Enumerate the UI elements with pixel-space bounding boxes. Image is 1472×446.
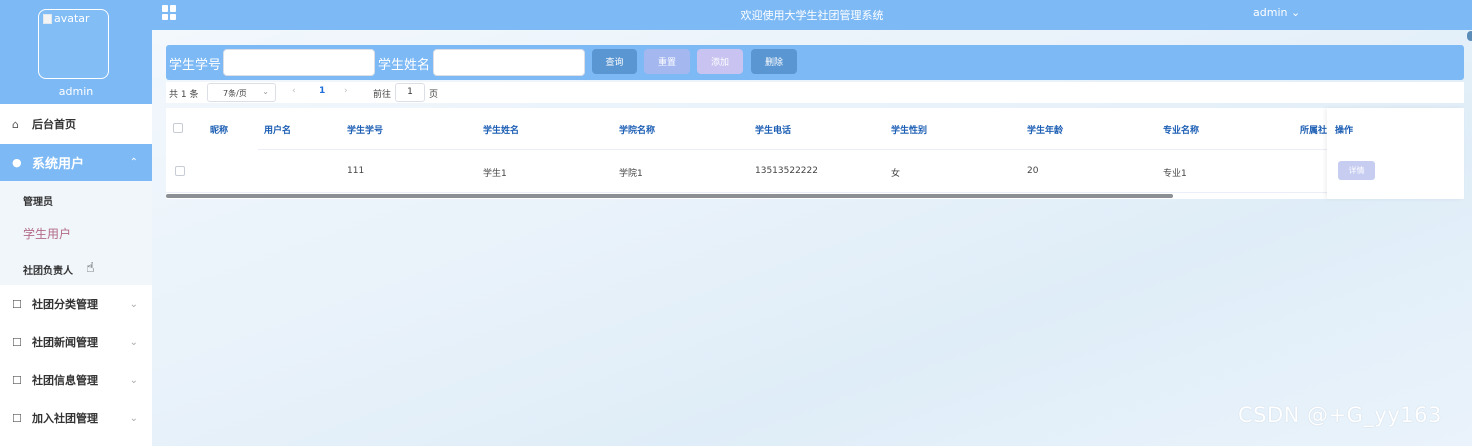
watermark: CSDN @+G_yy163 [1238,403,1442,427]
row-divider [166,192,1464,193]
avatar-alt-text: avatar [54,12,90,25]
column-header-nickname[interactable]: 昵称 [210,123,228,136]
submenu-item-admin[interactable]: 管理员 [23,193,53,208]
next-page-button[interactable]: › [344,86,348,96]
pagination-total: 共 1 条 [169,90,199,100]
delete-button[interactable]: 删除 [751,49,797,74]
sidebar-item-label: 社团新闻管理 [32,336,98,349]
detail-button[interactable]: 详情 [1338,161,1375,180]
actions-column: 操作 详情 [1327,108,1464,199]
add-button[interactable]: 添加 [697,49,743,74]
column-header-username[interactable]: 用户名 [264,123,291,136]
profile-username: admin [58,85,94,98]
cell-age: 20 [1027,166,1039,176]
sidebar: avatar admin ⌂ 后台首页 ● 系统用户 ⌃ 管理员 学生用户 社团… [0,0,152,446]
student-no-label: 学生学号 [169,58,222,73]
column-header-actions: 操作 [1335,126,1354,136]
column-header-college[interactable]: 学院名称 [619,123,655,136]
prev-page-button[interactable]: ‹ [292,86,296,96]
chevron-down-icon: ⌄ [1290,6,1301,19]
chevron-down-icon: ⌄ [129,336,138,348]
search-bar: 学生学号 学生姓名 查询 重置 添加 删除 [166,45,1464,80]
chevron-down-icon: ⌄ [129,374,138,386]
hand-cursor-icon: ☝ [86,260,95,276]
goto-page-input[interactable]: 1 [395,83,425,102]
cell-student-no: 111 [347,166,365,176]
student-no-input[interactable] [223,49,375,76]
sidebar-item-label: 社团信息管理 [32,374,98,387]
column-header-club[interactable]: 所属社 [1300,123,1327,136]
cell-college: 学院1 [619,169,643,179]
page-size-select[interactable]: 7条/页 ⌄ [207,83,276,102]
student-name-input[interactable] [433,49,585,76]
file-icon: ☐ [12,335,22,349]
sidebar-item-label: 加入社团管理 [32,412,98,425]
reset-button[interactable]: 重置 [644,49,690,74]
goto-unit: 页 [429,90,439,100]
file-icon: ☐ [12,297,22,311]
avatar-broken-image: avatar [43,12,90,25]
submenu-system-users: 管理员 学生用户 社团负责人 [0,181,152,285]
select-all-checkbox[interactable] [173,123,183,133]
file-icon: ☐ [12,411,22,425]
column-header-phone[interactable]: 学生电话 [755,123,791,136]
cell-gender: 女 [891,169,901,179]
row-checkbox[interactable] [175,166,185,176]
top-header: 欢迎使用大学生社团管理系统 admin ⌄ [152,0,1472,30]
pagination: 共 1 条 7条/页 ⌄ ‹ 1 › 前往 1 页 [166,82,1464,103]
goto-label: 前往 [373,90,392,100]
sidebar-item-club-news[interactable]: ☐ 社团新闻管理 ⌄ [0,323,152,361]
sidebar-item-label: 系统用户 [32,157,85,172]
data-table: 昵称 用户名 学生学号 学生姓名 学院名称 学生电话 学生性别 学生年龄 专业名… [166,108,1464,199]
cell-phone: 13513522222 [755,166,818,176]
submenu-item-student-users[interactable]: 学生用户 [23,225,71,242]
header-divider [258,149,1333,150]
sidebar-item-label: 社团分类管理 [32,298,98,311]
student-name-label: 学生姓名 [378,58,431,73]
broken-image-icon [43,13,52,24]
home-icon: ⌂ [12,117,19,131]
chevron-down-icon: ⌄ [129,298,138,310]
page-size-value: 7条/页 [223,89,247,98]
page-scrollbar[interactable] [1467,31,1472,41]
query-button[interactable]: 查询 [592,49,637,74]
sidebar-item-system-users[interactable]: ● 系统用户 ⌃ [0,144,152,181]
column-header-gender[interactable]: 学生性别 [891,123,927,136]
horizontal-scrollbar[interactable] [166,194,1173,198]
chevron-down-icon: ⌄ [129,412,138,424]
submenu-item-club-leader[interactable]: 社团负责人 [23,262,73,277]
sidebar-item-club-info[interactable]: ☐ 社团信息管理 ⌄ [0,361,152,399]
user-dropdown[interactable]: admin ⌄ [1253,6,1300,19]
chevron-down-icon: ⌄ [262,87,269,96]
sidebar-item-home[interactable]: ⌂ 后台首页 [0,106,152,142]
avatar[interactable]: avatar [38,9,109,79]
profile-panel: avatar admin [0,0,152,104]
user-name: admin [1253,6,1288,19]
column-header-age[interactable]: 学生年龄 [1027,123,1063,136]
cell-student-name: 学生1 [483,169,507,179]
sidebar-item-club-category[interactable]: ☐ 社团分类管理 ⌄ [0,285,152,323]
column-header-student-no[interactable]: 学生学号 [347,123,383,136]
user-icon: ● [12,156,22,169]
cell-major: 专业1 [1163,169,1187,179]
page-number-current[interactable]: 1 [319,86,325,96]
chevron-up-icon: ⌃ [129,157,138,168]
column-header-major[interactable]: 专业名称 [1163,123,1199,136]
sidebar-item-join-club[interactable]: ☐ 加入社团管理 ⌄ [0,399,152,437]
column-header-student-name[interactable]: 学生姓名 [483,123,519,136]
sidebar-item-label: 后台首页 [32,118,76,131]
file-icon: ☐ [12,373,22,387]
